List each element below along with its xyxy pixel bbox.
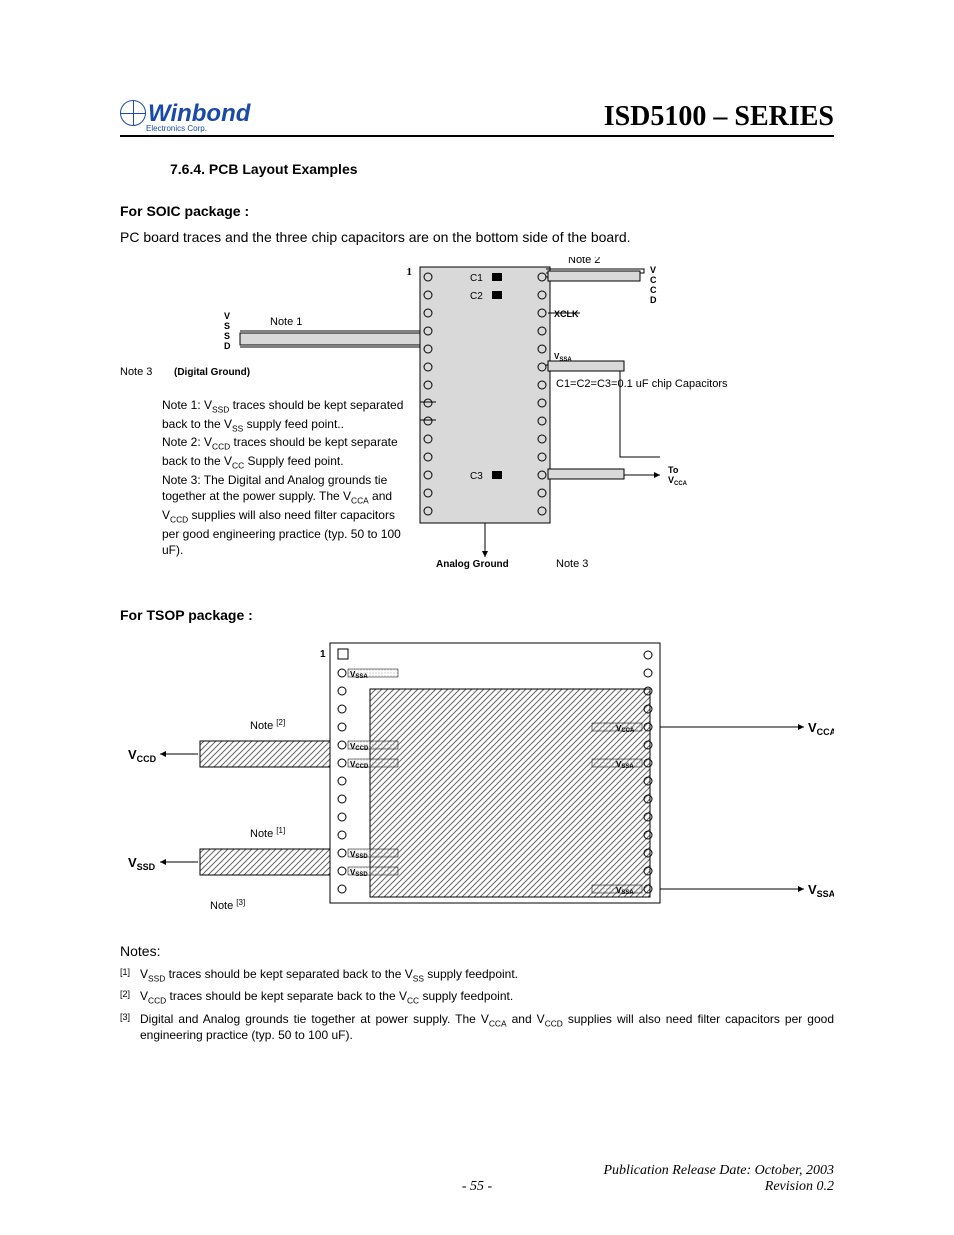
svg-text:1: 1 [407, 266, 413, 278]
svg-text:Note 1: Note 1 [270, 316, 302, 328]
globe-icon [120, 100, 146, 126]
page-footer: Publication Release Date: October, 2003 … [120, 1163, 834, 1195]
soic-note2: Note 2: VCCD traces should be kept separ… [162, 434, 414, 471]
svg-text:C3: C3 [470, 471, 483, 482]
section-heading: 7.6.4. PCB Layout Examples [170, 161, 834, 177]
svg-text:C2: C2 [470, 291, 483, 302]
svg-text:1: 1 [320, 649, 326, 660]
svg-text:V: V [224, 311, 230, 321]
page-header: Winbond Electronics Corp. ISD5100 – SERI… [120, 100, 834, 137]
svg-text:C: C [650, 285, 657, 295]
page: Winbond Electronics Corp. ISD5100 – SERI… [0, 0, 954, 1235]
soic-intro: PC board traces and the three chip capac… [120, 229, 834, 245]
publication-date: Publication Release Date: October, 2003 [120, 1163, 834, 1179]
page-number: - 55 - [120, 1179, 834, 1195]
svg-text:C: C [650, 275, 657, 285]
svg-text:(Digital Ground): (Digital Ground) [174, 367, 250, 378]
tsop-heading: For TSOP package : [120, 607, 834, 623]
svg-text:Note [1]: Note [1] [250, 826, 285, 840]
footnote-1: [1] VSSD traces should be kept separated… [120, 967, 834, 983]
svg-text:To: To [668, 465, 679, 475]
tsop-diagram: 1 [120, 633, 834, 923]
footnote-2: [2] VCCD traces should be kept separate … [120, 989, 834, 1005]
svg-text:VSSD: VSSD [128, 855, 156, 872]
svg-text:S: S [224, 331, 230, 341]
svg-text:Note [3]: Note [3] [210, 898, 245, 912]
notes-heading: Notes: [120, 943, 834, 959]
svg-text:C1: C1 [470, 273, 483, 284]
svg-text:XCLK: XCLK [554, 309, 579, 319]
document-title: ISD5100 – SERIES [604, 101, 834, 133]
svg-text:C1=C2=C3=0.1 uF chip Capacitor: C1=C2=C3=0.1 uF chip Capacitors [556, 378, 728, 390]
logo: Winbond Electronics Corp. [120, 100, 250, 133]
svg-text:Note 3: Note 3 [120, 366, 152, 378]
soic-note1: Note 1: VSSD traces should be kept separ… [162, 397, 414, 434]
svg-text:Note 3: Note 3 [556, 558, 588, 570]
svg-text:Note 2: Note 2 [568, 257, 600, 266]
svg-text:V: V [650, 265, 656, 275]
svg-text:Note [2]: Note [2] [250, 718, 285, 732]
logo-text: Winbond [148, 102, 250, 126]
soic-note3: Note 3: The Digital and Analog grounds t… [162, 472, 414, 558]
svg-text:S: S [224, 321, 230, 331]
soic-heading: For SOIC package : [120, 203, 834, 219]
svg-text:D: D [650, 295, 657, 305]
svg-text:D: D [224, 341, 231, 351]
svg-text:VSSA: VSSA [808, 882, 834, 899]
svg-text:VCCD: VCCD [128, 747, 157, 764]
svg-text:Analog Ground: Analog Ground [436, 559, 509, 570]
soic-notes-block: Note 1: VSSD traces should be kept separ… [162, 397, 414, 558]
soic-diagram: 1 C [120, 257, 834, 587]
footnote-3: [3] Digital and Analog grounds tie toget… [120, 1012, 834, 1042]
svg-text:VCCA: VCCA [668, 475, 688, 487]
svg-text:VCCA: VCCA [808, 720, 834, 737]
